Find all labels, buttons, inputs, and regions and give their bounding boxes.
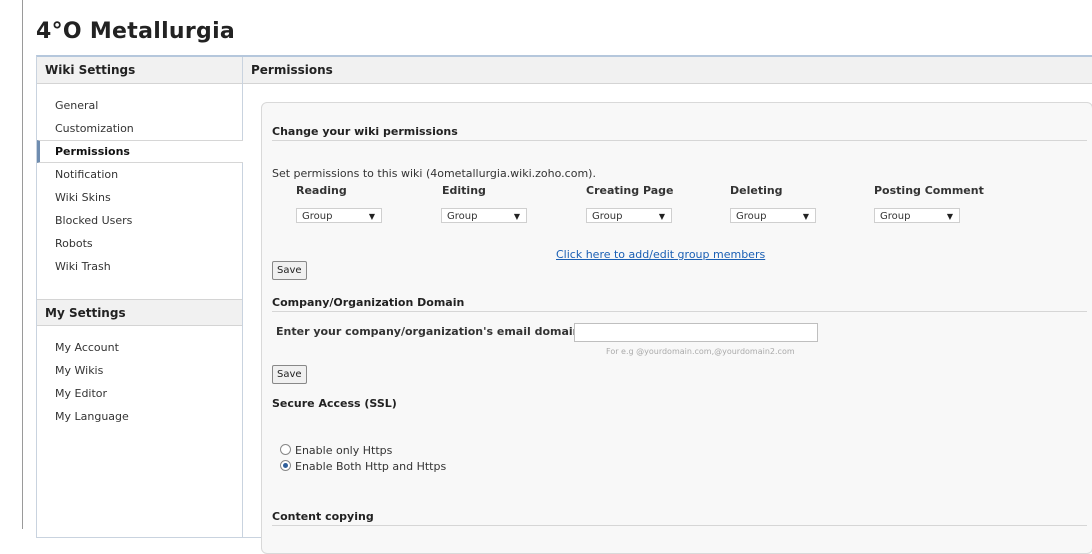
- ssl-option-http-and-https-label: Enable Both Http and Https: [295, 460, 447, 473]
- sidebar-heading-wiki-settings: Wiki Settings: [37, 57, 242, 84]
- section-title-content-copying: Content copying: [272, 510, 374, 523]
- chevron-down-icon: ▼: [513, 212, 520, 221]
- posting-comment-select[interactable]: Group ▼: [874, 208, 960, 223]
- main-content: Permissions Change your wiki permissions…: [243, 57, 1092, 554]
- sidebar-item-my-language[interactable]: My Language: [37, 405, 242, 428]
- column-reading: Reading: [296, 184, 347, 197]
- sidebar-item-wiki-skins[interactable]: Wiki Skins: [37, 186, 242, 209]
- sidebar: Wiki Settings General Customization Perm…: [37, 57, 243, 537]
- deleting-select[interactable]: Group ▼: [730, 208, 816, 223]
- site-title: 4°O Metallurgia: [36, 19, 236, 44]
- deleting-select-value: Group: [736, 211, 767, 222]
- column-creating-page: Creating Page: [586, 184, 674, 197]
- add-edit-group-members-link[interactable]: Click here to add/edit group members: [556, 248, 765, 261]
- section-divider: [272, 525, 1087, 526]
- sidebar-item-my-account[interactable]: My Account: [37, 336, 242, 359]
- sidebar-item-permissions[interactable]: Permissions: [37, 140, 243, 163]
- chevron-down-icon: ▼: [368, 212, 375, 221]
- settings-panel: Change your wiki permissions Set permiss…: [261, 102, 1092, 554]
- sidebar-item-general[interactable]: General: [37, 94, 242, 117]
- radio-icon[interactable]: [280, 444, 291, 455]
- editing-select-value: Group: [447, 211, 478, 222]
- sidebar-item-wiki-trash[interactable]: Wiki Trash: [37, 255, 242, 278]
- email-domains-hint: For e.g @yourdomain.com,@yourdomain2.com: [606, 347, 795, 356]
- section-title-ssl: Secure Access (SSL): [272, 397, 397, 410]
- reading-select-value: Group: [302, 211, 333, 222]
- creating-page-select[interactable]: Group ▼: [586, 208, 672, 223]
- chevron-down-icon: ▼: [946, 212, 953, 221]
- section-title-domain: Company/Organization Domain: [272, 296, 465, 309]
- my-settings-list: My Account My Wikis My Editor My Languag…: [37, 336, 242, 428]
- column-posting-comment: Posting Comment: [874, 184, 984, 197]
- sidebar-item-blocked-users[interactable]: Blocked Users: [37, 209, 242, 232]
- main-heading: Permissions: [243, 57, 1092, 84]
- ssl-option-http-and-https[interactable]: Enable Both Http and Https: [280, 460, 446, 473]
- email-domains-label: Enter your company/organization's email …: [276, 325, 588, 338]
- left-border-line: [22, 0, 23, 529]
- save-permissions-button[interactable]: Save: [272, 261, 307, 280]
- reading-select[interactable]: Group ▼: [296, 208, 382, 223]
- save-domain-button[interactable]: Save: [272, 365, 307, 384]
- section-title-permissions: Change your wiki permissions: [272, 125, 458, 138]
- sidebar-item-customization[interactable]: Customization: [37, 117, 242, 140]
- settings-frame: Wiki Settings General Customization Perm…: [36, 55, 1092, 554]
- chevron-down-icon: ▼: [658, 212, 665, 221]
- ssl-option-https-only[interactable]: Enable only Https: [280, 444, 392, 457]
- chevron-down-icon: ▼: [802, 212, 809, 221]
- editing-select[interactable]: Group ▼: [441, 208, 527, 223]
- creating-page-select-value: Group: [592, 211, 623, 222]
- sidebar-item-notification[interactable]: Notification: [37, 163, 242, 186]
- permissions-description: Set permissions to this wiki (4ometallur…: [272, 167, 596, 180]
- email-domains-input[interactable]: [574, 323, 818, 342]
- sidebar-item-my-editor[interactable]: My Editor: [37, 382, 242, 405]
- sidebar-heading-my-settings: My Settings: [37, 299, 242, 326]
- radio-selected-icon[interactable]: [280, 460, 291, 471]
- posting-comment-select-value: Group: [880, 211, 911, 222]
- section-divider: [272, 311, 1087, 312]
- column-deleting: Deleting: [730, 184, 783, 197]
- column-editing: Editing: [442, 184, 486, 197]
- sidebar-item-my-wikis[interactable]: My Wikis: [37, 359, 242, 382]
- section-divider: [272, 140, 1087, 141]
- wiki-settings-list: General Customization Permissions Notifi…: [37, 94, 243, 278]
- ssl-option-https-only-label: Enable only Https: [295, 444, 393, 457]
- sidebar-item-robots[interactable]: Robots: [37, 232, 242, 255]
